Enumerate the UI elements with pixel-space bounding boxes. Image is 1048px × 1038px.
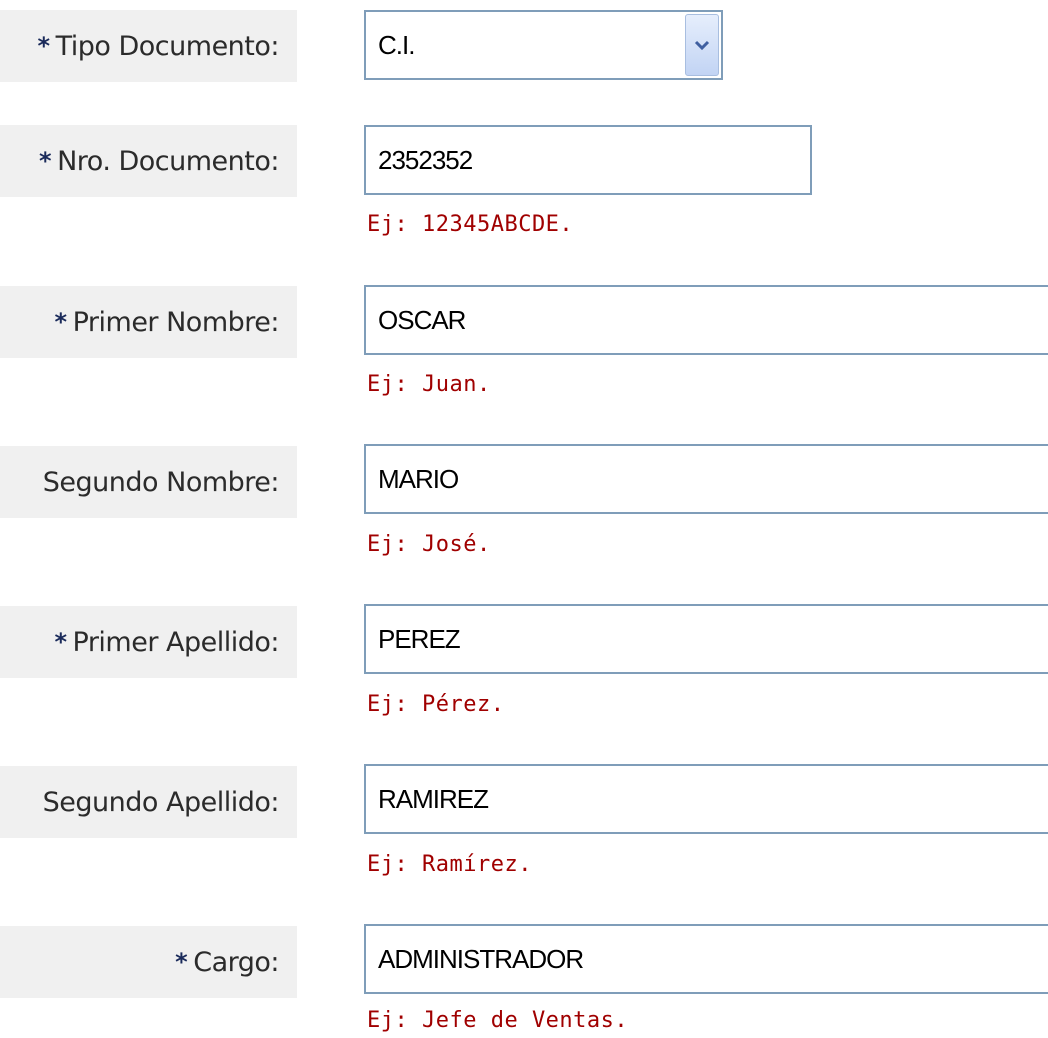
required-marker: * — [37, 32, 51, 60]
label-text: Primer Nombre: — [72, 306, 280, 338]
segundo-nombre-hint: Ej: José. — [367, 532, 491, 557]
select-dropdown-button[interactable] — [685, 14, 719, 76]
label-nro-documento: * Nro. Documento: — [0, 125, 297, 197]
label-text: Tipo Documento: — [55, 30, 280, 62]
required-marker: * — [54, 628, 67, 656]
primer-nombre-hint: Ej: Juan. — [367, 372, 491, 397]
primer-apellido-hint: Ej: Pérez. — [367, 692, 505, 717]
segundo-apellido-hint: Ej: Ramírez. — [367, 852, 532, 877]
label-text: Cargo: — [193, 946, 279, 978]
input-value: RAMIREZ — [378, 783, 489, 814]
tipo-documento-select[interactable]: C.I. — [364, 10, 723, 80]
label-text: Segundo Nombre: — [42, 466, 280, 498]
label-cargo: * Cargo: — [0, 926, 297, 998]
label-segundo-apellido: Segundo Apellido: — [0, 766, 297, 838]
label-text: Segundo Apellido: — [42, 786, 280, 818]
nro-documento-hint: Ej: 12345ABCDE. — [367, 212, 574, 237]
segundo-apellido-input[interactable]: RAMIREZ — [364, 764, 1048, 834]
cargo-hint: Ej: Jefe de Ventas. — [367, 1008, 629, 1033]
label-primer-nombre: * Primer Nombre: — [0, 286, 297, 358]
chevron-down-icon — [694, 40, 710, 51]
input-value: MARIO — [378, 463, 459, 494]
select-value: C.I. — [378, 29, 415, 60]
primer-apellido-input[interactable]: PEREZ — [364, 604, 1048, 674]
nro-documento-input[interactable]: 2352352 — [364, 125, 812, 195]
input-value: OSCAR — [378, 304, 466, 335]
cargo-input[interactable]: ADMINISTRADOR — [364, 924, 1048, 994]
label-text: Nro. Documento: — [57, 145, 279, 177]
label-tipo-documento: * Tipo Documento: — [0, 10, 297, 82]
required-marker: * — [54, 308, 68, 336]
input-value: PEREZ — [378, 623, 461, 654]
segundo-nombre-input[interactable]: MARIO — [364, 444, 1048, 514]
primer-nombre-input[interactable]: OSCAR — [364, 285, 1048, 355]
label-text: Primer Apellido: — [72, 626, 280, 658]
required-marker: * — [175, 948, 188, 976]
required-marker: * — [39, 147, 52, 175]
input-value: 2352352 — [378, 144, 473, 175]
label-segundo-nombre: Segundo Nombre: — [0, 446, 297, 518]
input-value: ADMINISTRADOR — [378, 943, 584, 974]
label-primer-apellido: * Primer Apellido: — [0, 606, 297, 678]
